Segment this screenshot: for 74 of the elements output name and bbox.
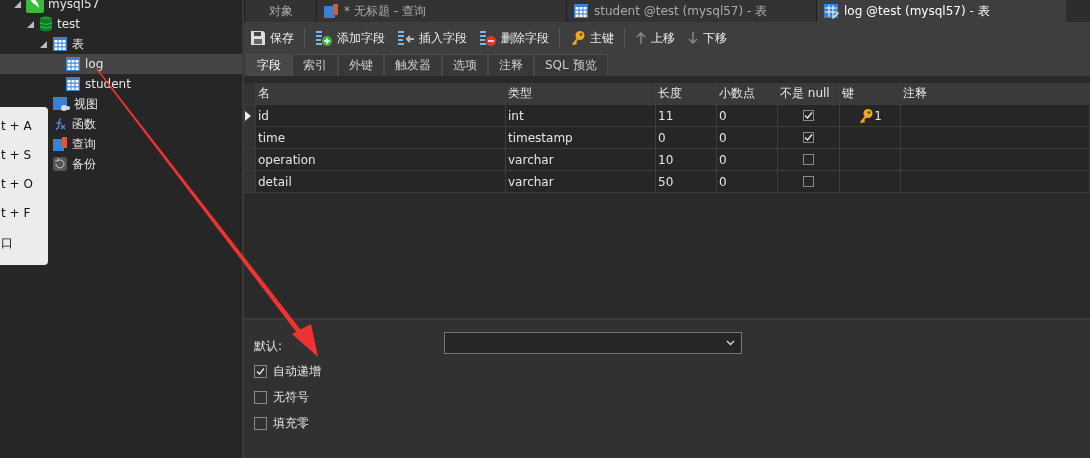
key-icon bbox=[858, 107, 875, 124]
toolbar-button[interactable]: 上移 bbox=[633, 29, 677, 47]
menu-item[interactable]: t + O bbox=[1, 177, 48, 196]
section-tab[interactable]: 字段 bbox=[246, 54, 292, 76]
delete-field-icon bbox=[479, 29, 497, 47]
save-icon bbox=[250, 30, 266, 46]
tree-label: 函数 bbox=[72, 115, 96, 133]
toolbar-button[interactable]: 保存 bbox=[248, 29, 296, 47]
tree-label: 备份 bbox=[72, 155, 96, 173]
arrow-up-icon bbox=[635, 31, 647, 45]
query-icon bbox=[323, 3, 339, 19]
checkbox[interactable] bbox=[254, 390, 267, 404]
tree-item[interactable]: 视图 bbox=[0, 94, 242, 114]
tree-label: 表 bbox=[72, 35, 84, 53]
table-cell: 0 bbox=[717, 171, 778, 193]
checkbox[interactable] bbox=[803, 154, 814, 165]
menu-item[interactable]: 口 bbox=[1, 235, 48, 254]
checkbox[interactable] bbox=[254, 364, 267, 378]
tree-label: log bbox=[85, 57, 104, 71]
toolbar-button[interactable]: 添加字段 bbox=[313, 29, 387, 47]
tree-label: 视图 bbox=[74, 95, 98, 113]
checkbox-label: 自动递增 bbox=[273, 362, 321, 380]
table-edit-icon bbox=[823, 3, 839, 19]
table-cell: 50 bbox=[656, 171, 717, 193]
expand-arrow-icon[interactable] bbox=[40, 40, 47, 48]
editor-tab[interactable]: 对象 bbox=[244, 0, 316, 22]
table-icon bbox=[573, 3, 589, 19]
table-cell: detail bbox=[256, 171, 506, 193]
editor-tab[interactable]: * 无标题 - 查询 bbox=[316, 0, 566, 22]
toolbar-button[interactable]: 删除字段 bbox=[477, 29, 551, 47]
section-tab[interactable]: 触发器 bbox=[384, 54, 442, 76]
toolbar-button[interactable]: 插入字段 bbox=[395, 29, 469, 47]
view-icon bbox=[52, 96, 70, 112]
backup-icon bbox=[52, 156, 68, 172]
database-icon bbox=[39, 16, 53, 32]
insert-field-icon bbox=[397, 29, 415, 47]
expand-arrow-icon[interactable] bbox=[14, 0, 21, 8]
checkbox-label: 填充零 bbox=[273, 414, 309, 432]
dolphin-icon bbox=[26, 0, 44, 13]
tree-label: 查询 bbox=[72, 135, 96, 153]
table-icon bbox=[52, 36, 68, 52]
section-tab[interactable]: 索引 bbox=[292, 54, 338, 76]
editor-tab[interactable]: log @test (mysql57) - 表 bbox=[816, 0, 1066, 22]
tree-item[interactable]: log bbox=[0, 54, 242, 74]
checkbox[interactable] bbox=[803, 132, 814, 143]
key-icon bbox=[570, 30, 586, 46]
menu-item[interactable]: t + S bbox=[1, 148, 48, 167]
table-cell: varchar bbox=[506, 171, 656, 193]
section-tab[interactable]: 外键 bbox=[338, 54, 384, 76]
key-order: 1 bbox=[874, 108, 882, 123]
chevron-down-icon bbox=[726, 340, 735, 346]
tree-item[interactable]: 表 bbox=[0, 34, 242, 54]
toolbar-button[interactable]: 主键 bbox=[568, 29, 616, 47]
section-tab[interactable]: 注释 bbox=[488, 54, 534, 76]
checkbox-label: 无符号 bbox=[273, 388, 309, 406]
checkbox[interactable] bbox=[803, 176, 814, 187]
menu-item[interactable]: t + A bbox=[1, 119, 48, 138]
default-label: 默认: bbox=[254, 338, 284, 355]
section-tab[interactable]: SQL 预览 bbox=[534, 54, 608, 76]
query-icon bbox=[52, 136, 68, 152]
checkbox[interactable] bbox=[803, 110, 814, 121]
expand-arrow-icon[interactable] bbox=[27, 20, 34, 28]
editor-tab[interactable]: student @test (mysql57) - 表 bbox=[566, 0, 816, 22]
arrow-down-icon bbox=[687, 31, 699, 45]
add-field-icon bbox=[315, 29, 333, 47]
tree-item[interactable]: test bbox=[0, 14, 242, 34]
checkbox[interactable] bbox=[254, 416, 267, 430]
section-tab[interactable]: 选项 bbox=[442, 54, 488, 76]
toolbar-button[interactable]: 下移 bbox=[685, 29, 729, 47]
table-icon bbox=[65, 76, 81, 92]
tree-label: test bbox=[57, 17, 81, 31]
table-icon bbox=[65, 56, 81, 72]
menu-item[interactable]: t + F bbox=[1, 206, 48, 225]
function-icon bbox=[55, 118, 66, 130]
